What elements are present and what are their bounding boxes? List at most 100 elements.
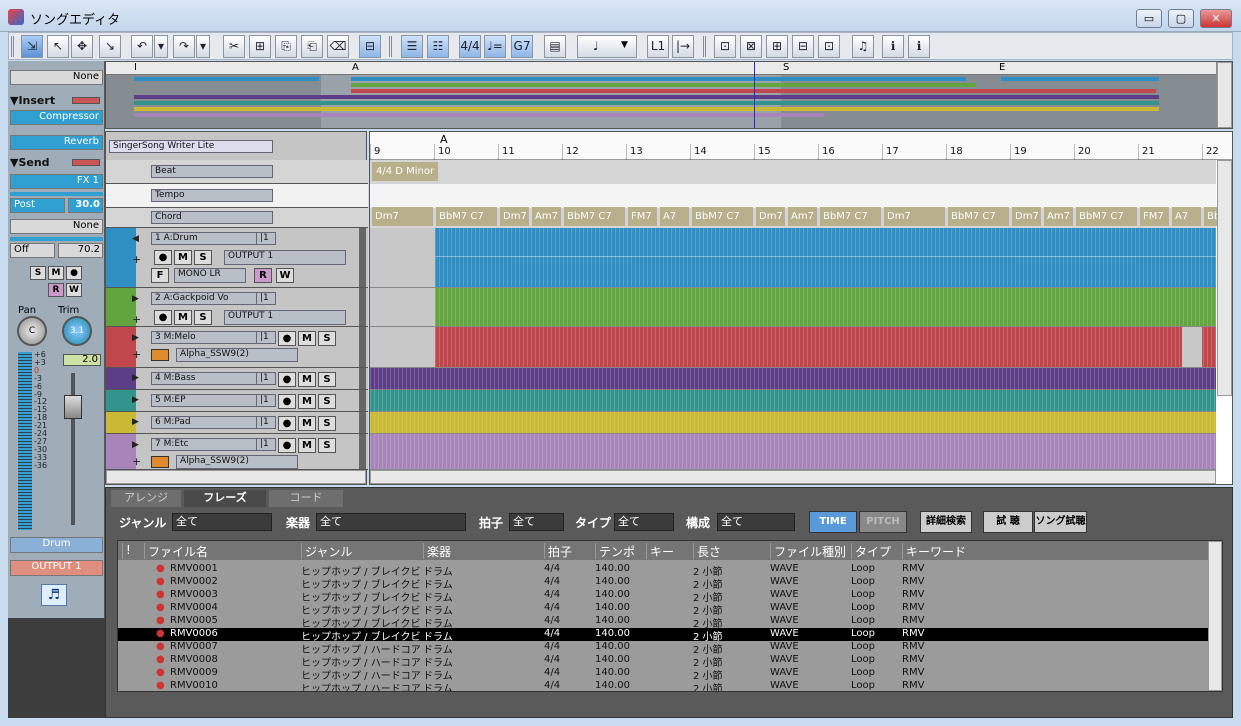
table-row[interactable]: ●RMV0001ヒップホップ / ブレイクビーツドラム4/4140.002 小節… [118,563,1208,578]
redo-button[interactable]: ↷ [173,35,195,58]
column-header[interactable]: キー [646,543,674,559]
send-value[interactable]: 30.0 [68,198,103,213]
chord-block[interactable]: BbM7 C7 [1076,207,1137,226]
beat-select[interactable]: 全て [509,513,564,531]
mute-button[interactable]: M [48,266,64,280]
track-name[interactable]: 1 A:Drum [151,232,271,245]
track-list-hscroll[interactable] [106,470,366,484]
chord-block[interactable]: Am7 [1044,207,1073,226]
structure-select[interactable]: 全て [717,513,795,531]
chord-block[interactable]: Dm7 [500,207,529,226]
record-dot-icon[interactable]: ● [66,266,82,280]
table-row[interactable]: ●RMV0009ヒップホップ / ハードコアテクノドラム4/4140.002 小… [118,667,1208,682]
freeze-button[interactable]: F [151,268,169,283]
column-header[interactable]: テンポ [595,543,635,559]
tempo-track-name[interactable]: Tempo [151,189,273,202]
timeline-ruler[interactable] [370,132,1232,160]
track-icon-4[interactable]: ⊟ [792,35,814,58]
table-row[interactable]: ●RMV0004ヒップホップ / ブレイクビーツドラム4/4140.002 小節… [118,602,1208,617]
clip[interactable] [370,434,1216,469]
overview-scrollbar[interactable] [1217,62,1232,128]
record-dot-icon[interactable]: ● [278,372,296,387]
pitch-button[interactable]: PITCH [859,511,907,533]
undo-dropdown-icon[interactable]: ▾ [154,35,168,58]
track-lane-4[interactable] [370,368,1216,390]
track-icon-2[interactable]: ⊠ [740,35,762,58]
mute-button[interactable]: M [174,250,192,265]
info-icon-1[interactable]: ℹ [882,35,904,58]
panel-icon[interactable]: ▤ [544,35,566,58]
table-row[interactable]: ●RMV0005ヒップホップ / ブレイクビーツドラム4/4140.002 小節… [118,615,1208,630]
solo-button[interactable]: S [30,266,46,280]
chord-block[interactable]: Dm7 [1012,207,1041,226]
column-header[interactable]: ファイル種別 [770,543,846,559]
clip[interactable] [370,412,1216,433]
instrument-name[interactable]: Alpha_SSW9(2) [176,348,298,362]
solo-button[interactable]: S [318,372,336,387]
tempo-button[interactable]: ♩= [484,35,506,58]
type-select[interactable]: 全て [614,513,674,531]
note-length-select[interactable]: ♩ [577,35,637,58]
table-vscroll[interactable] [1208,541,1222,691]
track-name[interactable]: 3 M:Melo [151,331,271,344]
time-button[interactable]: TIME [809,511,857,533]
track-name[interactable]: 5 M:EP [151,394,271,407]
chord-button[interactable]: G7 [511,35,533,58]
channel-mode[interactable]: MONO LR [174,268,246,283]
table-row[interactable]: ●RMV0007ヒップホップ / ハードコアテクノドラム4/4140.002 小… [118,641,1208,656]
snap-icon[interactable]: ⊟ [359,35,381,58]
reverb-slot[interactable]: Reverb [10,135,103,150]
chord-block[interactable]: BbM7 C7 [436,207,497,226]
pan-knob[interactable]: C [17,316,47,346]
instrument-name[interactable]: Alpha_SSW9(2) [176,455,298,469]
goto-button[interactable]: |→ [672,35,694,58]
paste-icon[interactable]: ⎗ [301,35,323,58]
record-dot-icon[interactable]: ● [278,394,296,409]
chord-block[interactable]: FM7 [628,207,657,226]
clip[interactable] [370,390,1216,411]
table-row[interactable]: ●RMV0002ヒップホップ / ブレイクビーツドラム4/4140.002 小節… [118,576,1208,591]
track-output[interactable]: OUTPUT 1 [10,560,103,576]
track-row-6[interactable]: ▶ 6 M:Pad |1 ● M S [106,412,368,434]
write-button[interactable]: W [276,268,294,283]
select-tool-icon[interactable]: ⇲ [21,35,43,58]
time-signature-marker[interactable]: 4/4 D Minor [372,162,439,181]
add-icon[interactable]: + [132,313,141,326]
track-icon-3[interactable]: ⊞ [766,35,788,58]
track-resize-handle[interactable] [359,327,366,367]
track-name[interactable]: 7 M:Etc [151,438,271,451]
song-listen-button[interactable]: ソング試聴 [1034,511,1087,533]
mute-button[interactable]: M [174,310,192,325]
track-icon-1[interactable]: ⊡ [714,35,736,58]
track-channel[interactable]: |1 [256,372,276,385]
chord-block[interactable]: BbM7 C7 [820,207,881,226]
track-channel[interactable]: |1 [256,292,276,305]
column-header[interactable]: ! [122,543,131,559]
track-lane-5[interactable] [370,390,1216,412]
eraser-icon[interactable]: ⌫ [327,35,349,58]
track-lane-6[interactable] [370,412,1216,434]
scissors-icon[interactable]: ✂ [223,35,245,58]
column-header[interactable]: 拍子 [544,543,572,559]
mixer-icon[interactable]: ☰ [401,35,423,58]
listen-button[interactable]: 試 聴 [983,511,1033,533]
track-row-7[interactable]: ▶ 7 M:Etc |1 ● M S Alpha_SSW9(2) + [106,434,368,470]
chord-block[interactable]: Am7 [532,207,561,226]
volume-value[interactable]: 70.2 [58,243,103,258]
instrument-select[interactable]: 全て [316,513,466,531]
track-lane-2[interactable] [370,288,1216,327]
clip[interactable] [370,368,1216,389]
column-header[interactable]: 楽器 [423,543,451,559]
table-row[interactable]: ●RMV0003ヒップホップ / ブレイクビーツドラム4/4140.002 小節… [118,589,1208,604]
expand-icon[interactable]: ▶ [132,294,139,304]
volume-fader[interactable] [64,395,82,419]
track-resize-handle[interactable] [359,412,366,433]
solo-button[interactable]: S [318,331,336,346]
track-type-drum[interactable]: Drum [10,537,103,553]
range-pointer-icon[interactable]: ↘ [99,35,121,58]
score-icon[interactable]: ♫ [852,35,874,58]
solo-button[interactable]: S [318,438,336,453]
track-resize-handle[interactable] [359,434,366,469]
fx1-slot[interactable]: FX 1 [10,174,103,189]
solo-button[interactable]: S [194,310,212,325]
